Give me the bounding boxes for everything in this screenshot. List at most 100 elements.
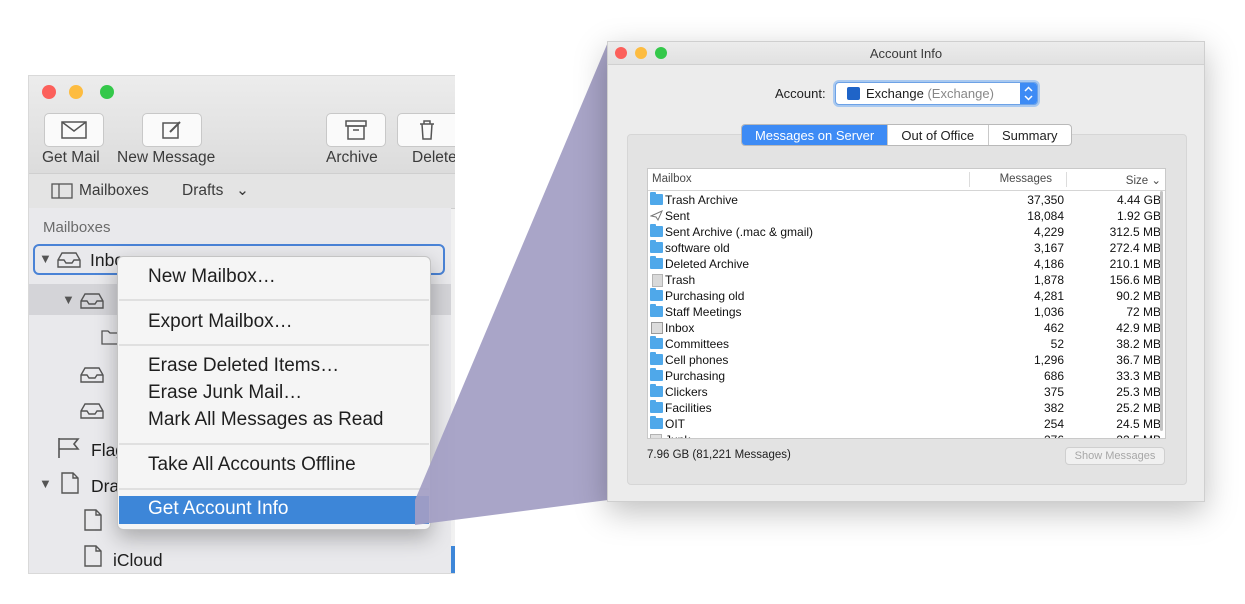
menu-item-export-mailbox[interactable]: Export Mailbox… (148, 311, 293, 333)
column-header-messages[interactable]: Messages (1000, 173, 1052, 185)
mailbox-size: 36.7 MB (1116, 353, 1161, 367)
table-row[interactable]: Junk 276 22.5 MB (648, 432, 1165, 438)
table-row[interactable]: Purchasing 686 33.3 MB (648, 368, 1165, 384)
menu-item-take-offline[interactable]: Take All Accounts Offline (148, 454, 356, 476)
folder-icon (650, 304, 663, 317)
sidebar-item-icloud[interactable]: iCloud (113, 550, 163, 571)
mailbox-size: 312.5 MB (1109, 225, 1161, 239)
mailbox-size: 272.4 MB (1109, 241, 1161, 255)
table-row[interactable]: OIT 254 24.5 MB (648, 416, 1165, 432)
draft-document-icon (84, 509, 102, 531)
message-count: 1,296 (1033, 353, 1064, 367)
table-row[interactable]: Cell phones 1,296 36.7 MB (648, 352, 1165, 368)
mailbox-name: Facilities (665, 401, 712, 415)
menu-item-get-account-info[interactable]: Get Account Info (148, 498, 288, 520)
close-button[interactable] (42, 85, 56, 99)
tab-summary[interactable]: Summary (989, 125, 1072, 145)
archive-label: Archive (326, 149, 378, 166)
account-name: Exchange (866, 86, 924, 101)
table-row[interactable]: Trash 1,878 156.6 MB (648, 272, 1165, 288)
folder-icon (650, 240, 663, 253)
sidebar-icon (51, 183, 73, 199)
mail-toolbar: Get Mail New Message Archive Delete (29, 76, 455, 173)
mailbox-size: 33.3 MB (1116, 369, 1161, 383)
table-row[interactable]: Staff Meetings 1,036 72 MB (648, 304, 1165, 320)
folder-icon (650, 384, 663, 397)
message-count: 1,036 (1033, 305, 1064, 319)
column-header-size[interactable]: Size ⌄ (1126, 173, 1161, 187)
zoom-button[interactable] (100, 85, 114, 99)
menu-separator (119, 443, 429, 445)
folder-icon (650, 288, 663, 301)
minimize-button[interactable] (69, 85, 83, 99)
folder-icon (650, 256, 663, 269)
context-menu: New Mailbox… Export Mailbox… Erase Delet… (117, 256, 431, 530)
chevron-down-icon[interactable]: ⌄ (236, 181, 249, 200)
account-select[interactable]: Exchange (Exchange) (835, 82, 1038, 105)
table-row[interactable]: Sent 18,084 1.92 GB (648, 208, 1165, 224)
inbox-icon (651, 322, 663, 334)
menu-item-erase-deleted[interactable]: Erase Deleted Items… (148, 355, 339, 377)
disclosure-triangle-icon[interactable]: ▼ (62, 292, 75, 307)
folder-icon (650, 336, 663, 349)
menu-item-new-mailbox[interactable]: New Mailbox… (148, 266, 276, 288)
account-type: (Exchange) (927, 86, 994, 101)
get-mail-label: Get Mail (42, 149, 100, 166)
message-count: 375 (1043, 385, 1064, 399)
mailbox-size: 72 MB (1126, 305, 1161, 319)
disclosure-triangle-icon[interactable]: ▼ (39, 251, 52, 266)
mailbox-size: 24.5 MB (1116, 417, 1161, 431)
message-count: 4,186 (1033, 257, 1064, 271)
mailbox-name: Sent Archive (.mac & gmail) (665, 225, 814, 239)
menu-item-erase-junk[interactable]: Erase Junk Mail… (148, 382, 302, 404)
new-message-button[interactable] (142, 113, 202, 147)
message-count: 382 (1043, 401, 1064, 415)
mailbox-size: 42.9 MB (1116, 321, 1161, 335)
column-separator (969, 172, 970, 187)
mailbox-name: Staff Meetings (665, 305, 742, 319)
get-mail-button[interactable] (44, 113, 104, 147)
mailbox-size: 38.2 MB (1116, 337, 1161, 351)
mailbox-name: Trash (665, 273, 696, 287)
mailbox-size: 210.1 MB (1109, 257, 1161, 271)
mailbox-name: Junk (665, 433, 690, 438)
scroll-indicator[interactable] (451, 546, 455, 573)
favorites-drafts[interactable]: Drafts (182, 182, 223, 200)
mailbox-name: Inbox (665, 321, 695, 335)
menu-item-mark-all-read[interactable]: Mark All Messages as Read (148, 409, 384, 431)
mailbox-name: Purchasing (665, 369, 726, 383)
trash-icon (652, 274, 663, 287)
account-label: Account: (775, 86, 826, 101)
envelope-icon (61, 121, 87, 139)
table-header: Mailbox Messages Size ⌄ (648, 169, 1165, 191)
mailbox-name: Committees (665, 337, 730, 351)
sent-icon (650, 210, 663, 221)
favorites-bar: Mailboxes Drafts ⌄ (29, 173, 455, 209)
table-row[interactable]: Committees 52 38.2 MB (648, 336, 1165, 352)
table-row[interactable]: Purchasing old 4,281 90.2 MB (648, 288, 1165, 304)
table-row[interactable]: software old 3,167 272.4 MB (648, 240, 1165, 256)
archive-button[interactable] (326, 113, 386, 147)
popup-stepper-icon[interactable] (1020, 83, 1037, 104)
table-row[interactable]: Deleted Archive 4,186 210.1 MB (648, 256, 1165, 272)
table-row[interactable]: Facilities 382 25.2 MB (648, 400, 1165, 416)
tab-out-of-office[interactable]: Out of Office (888, 125, 989, 145)
mailbox-name: software old (665, 241, 730, 255)
title-bar: Account Info (608, 42, 1204, 65)
message-count: 4,229 (1033, 225, 1064, 239)
tab-messages-on-server[interactable]: Messages on Server (742, 125, 889, 145)
delete-label: Delete (412, 149, 455, 166)
show-messages-button[interactable]: Show Messages (1065, 447, 1165, 465)
table-row[interactable]: Sent Archive (.mac & gmail) 4,229 312.5 MB (648, 224, 1165, 240)
table-row[interactable]: Clickers 375 25.3 MB (648, 384, 1165, 400)
mailbox-size: 22.5 MB (1116, 433, 1161, 438)
message-count: 18,084 (1027, 209, 1064, 223)
delete-button[interactable] (397, 113, 455, 147)
draft-document-icon (84, 545, 102, 567)
table-scrollbar[interactable] (1159, 191, 1164, 438)
table-row[interactable]: Trash Archive 37,350 4.44 GB (648, 192, 1165, 208)
disclosure-triangle-icon[interactable]: ▼ (39, 476, 52, 491)
column-header-mailbox[interactable]: Mailbox (652, 173, 692, 185)
favorites-mailboxes[interactable]: Mailboxes (79, 182, 149, 200)
table-row[interactable]: Inbox 462 42.9 MB (648, 320, 1165, 336)
